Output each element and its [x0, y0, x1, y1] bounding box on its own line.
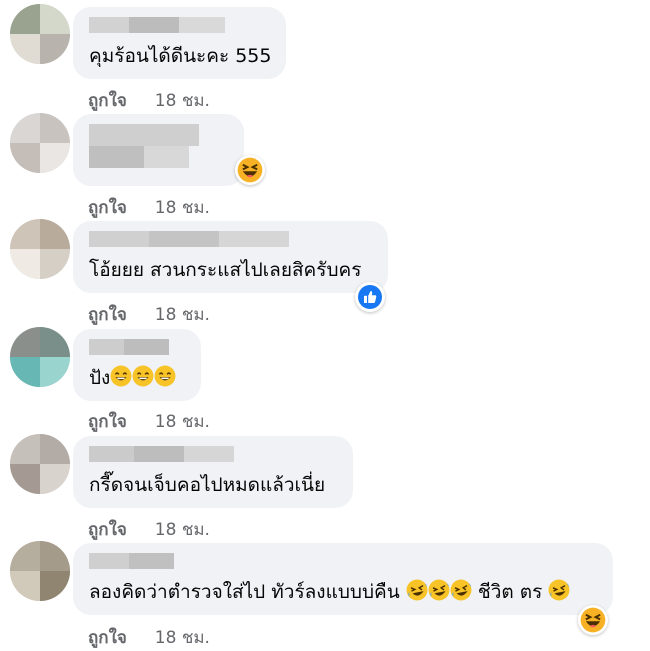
comment-text: กรี๊ดจนเจ็บคอไปหมดแล้วเนี่ย — [89, 474, 326, 496]
avatar[interactable] — [10, 113, 70, 173]
comment-bubble: คุมร้อนได้ดีนะคะ 555 — [73, 7, 286, 79]
like-link[interactable]: ถูกใจ — [88, 412, 127, 432]
comment-actions: ถูกใจ 18 ชม. — [88, 87, 210, 114]
comment-time[interactable]: 18 ชม. — [155, 198, 210, 218]
grin-emoji-icon — [154, 365, 176, 387]
rofl-emoji-icon — [548, 579, 570, 601]
comment-text: โอ้ยยย สวนกระแสไปเลยสิครับคร — [89, 259, 362, 281]
avatar[interactable] — [10, 327, 70, 387]
comment-actions: ถูกใจ 18 ชม. — [88, 194, 210, 221]
comment-bubble: ลองคิดว่าตำรวจใส่ไป ทัวร์ลงแบบบ่คืน ชีวิ… — [73, 543, 613, 615]
comment-text: ลองคิดว่าตำรวจใส่ไป ทัวร์ลงแบบบ่คืน ชีวิ… — [89, 579, 570, 603]
comment-time[interactable]: 18 ชม. — [155, 628, 210, 648]
avatar[interactable] — [10, 541, 70, 601]
grin-emoji-icon — [110, 365, 132, 387]
like-reaction-icon[interactable] — [355, 282, 385, 312]
comment-text: ปัง — [89, 365, 176, 389]
avatar[interactable] — [10, 4, 70, 64]
comment-bubble: ปัง — [73, 329, 201, 401]
comment-time[interactable]: 18 ชม. — [155, 305, 210, 325]
comment-time[interactable]: 18 ชม. — [155, 520, 210, 540]
comment-actions: ถูกใจ 18 ชม. — [88, 301, 210, 328]
comment-time[interactable]: 18 ชม. — [155, 91, 210, 111]
haha-reaction-icon[interactable] — [235, 155, 265, 185]
like-link[interactable]: ถูกใจ — [88, 198, 127, 218]
like-link[interactable]: ถูกใจ — [88, 628, 127, 648]
like-link[interactable]: ถูกใจ — [88, 520, 127, 540]
comment-text-part-b: ชีวิต ตร — [477, 581, 543, 603]
comment-text: คุมร้อนได้ดีนะคะ 555 — [89, 45, 272, 67]
rofl-emoji-icon — [450, 579, 472, 601]
like-link[interactable]: ถูกใจ — [88, 305, 127, 325]
like-link[interactable]: ถูกใจ — [88, 91, 127, 111]
comment-bubble: โอ้ยยย สวนกระแสไปเลยสิครับคร — [73, 221, 388, 293]
comment-text-part-a: ลองคิดว่าตำรวจใส่ไป ทัวร์ลงแบบบ่คืน — [89, 581, 400, 603]
comment-actions: ถูกใจ 18 ชม. — [88, 516, 210, 543]
avatar[interactable] — [10, 219, 70, 279]
haha-reaction-icon[interactable] — [578, 605, 608, 635]
grin-emoji-icon — [132, 365, 154, 387]
rofl-emoji-icon — [406, 579, 428, 601]
comment-bubble: กรี๊ดจนเจ็บคอไปหมดแล้วเนี่ย — [73, 436, 353, 508]
comment-bubble — [73, 114, 244, 186]
comment-actions: ถูกใจ 18 ชม. — [88, 624, 210, 651]
rofl-emoji-icon — [428, 579, 450, 601]
avatar[interactable] — [10, 434, 70, 494]
comment-time[interactable]: 18 ชม. — [155, 412, 210, 432]
comment-actions: ถูกใจ 18 ชม. — [88, 408, 210, 435]
comment-text-label: ปัง — [89, 367, 111, 389]
